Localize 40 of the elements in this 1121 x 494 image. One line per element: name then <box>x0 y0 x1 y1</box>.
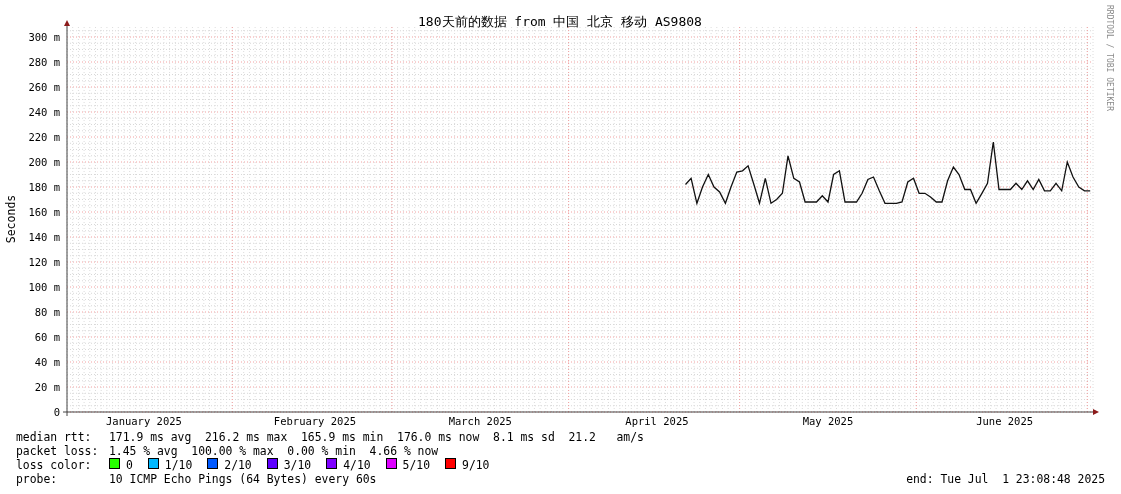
tick-label: 280 m <box>28 56 60 68</box>
tick-label: 300 m <box>28 31 60 43</box>
tick-label: January 2025 <box>106 415 182 427</box>
legend-text: 0 <box>126 458 133 472</box>
tick-label: 120 m <box>28 256 60 268</box>
side-note: RRDTOOL / TOBI OETIKER <box>1105 5 1114 111</box>
stat-text: 1.45 % avg 100.00 % max 0.00 % min 4.66 % now <box>109 444 439 458</box>
tick-label: 200 m <box>28 156 60 168</box>
axis-label: Seconds <box>4 194 18 244</box>
legend-label: loss color: <box>16 458 93 472</box>
probe-text: 10 ICMP Echo Pings (64 Bytes) every 60s <box>109 472 377 486</box>
tick-label: 100 m <box>28 281 60 293</box>
tick-label: 220 m <box>28 131 60 143</box>
tick-label: 40 m <box>34 356 60 368</box>
tick-label: May 2025 <box>802 415 854 427</box>
tick-label: March 2025 <box>448 415 512 427</box>
end-time: end: Tue Jul 1 23:08:48 2025 <box>906 472 1105 486</box>
tick-label: 260 m <box>28 81 60 93</box>
legend-text: 9/10 <box>462 458 490 472</box>
legend-text: 4/10 <box>343 458 371 472</box>
tick-label: 20 m <box>34 381 60 393</box>
legend-text: 1/10 <box>164 458 193 472</box>
legend-text: 5/10 <box>402 458 431 472</box>
legend-label: packet loss: <box>16 444 100 458</box>
tick-label: 0 <box>53 406 60 418</box>
legend-label: probe: <box>16 472 59 486</box>
legend-text: 2/10 <box>224 458 252 472</box>
tick-label: June 2025 <box>976 415 1034 427</box>
tick-label: 180 m <box>28 181 60 193</box>
tick-label: 240 m <box>28 106 60 118</box>
tick-label: April 2025 <box>625 415 689 427</box>
legend-label: median rtt: <box>16 430 93 444</box>
tick-label: February 2025 <box>273 415 357 427</box>
tick-label: 140 m <box>28 231 60 243</box>
tick-label: 60 m <box>34 331 60 343</box>
tick-label: 160 m <box>28 206 60 218</box>
stat-text: 171.9 ms avg 216.2 ms max 165.9 ms min 176.0 ms now 8.1 ms sd 21.2 am/s <box>109 430 644 444</box>
chart-title: 180天前的数据 from 中国 北京 移动 AS9808 <box>418 14 702 29</box>
legend-text: 3/10 <box>283 458 312 472</box>
tick-label: 80 m <box>34 306 60 318</box>
